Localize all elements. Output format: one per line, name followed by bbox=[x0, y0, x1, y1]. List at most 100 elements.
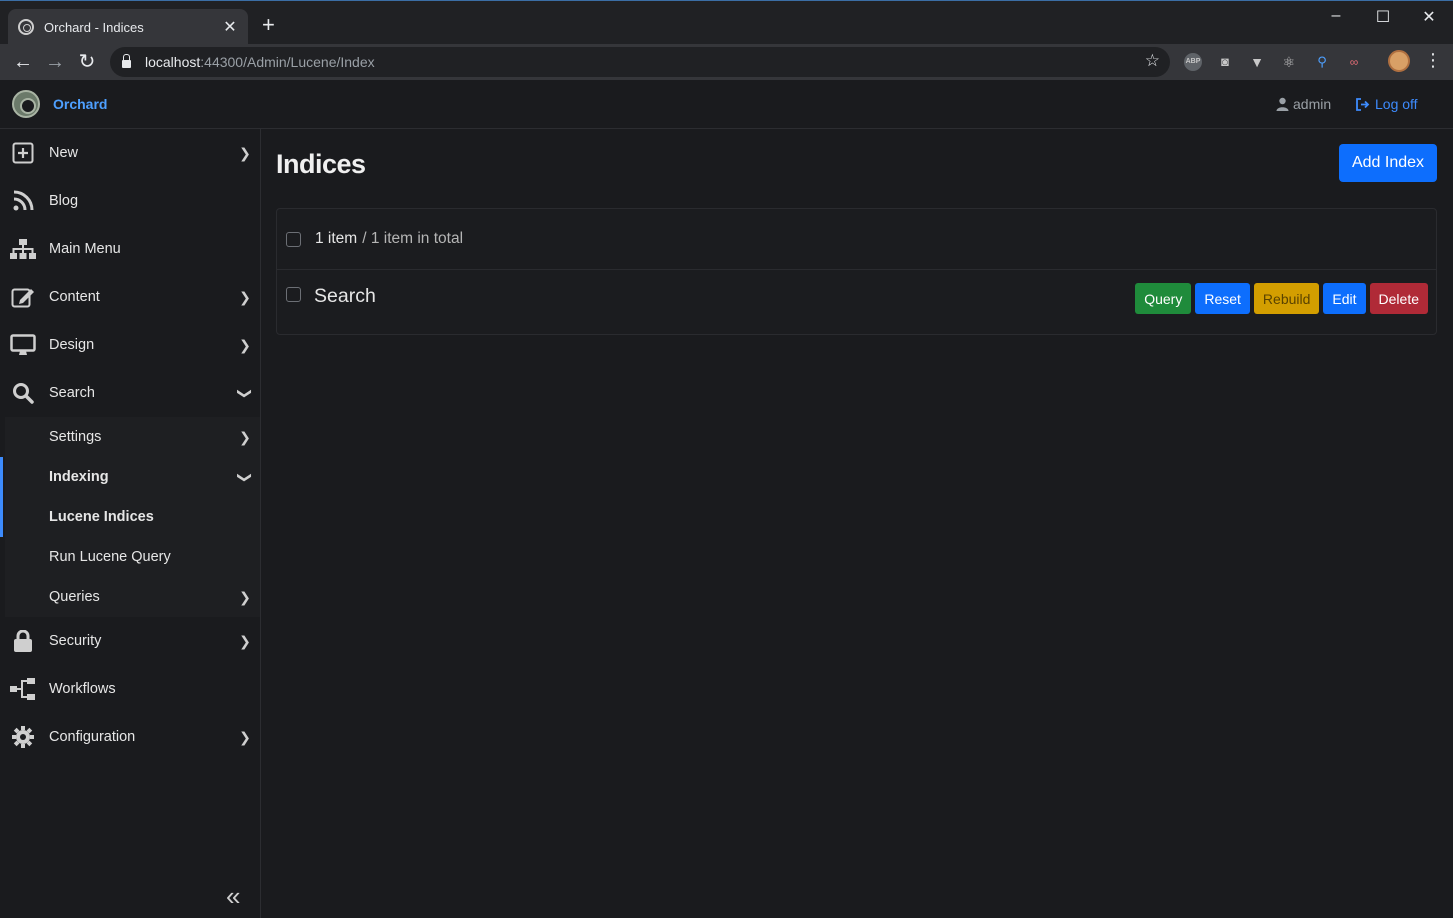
reset-button[interactable]: Reset bbox=[1195, 283, 1250, 314]
sidebar-item-security[interactable]: Security ❯ bbox=[0, 617, 260, 665]
chevron-down-icon: ❯ bbox=[237, 387, 254, 399]
sidebar-subitem-run-lucene-query[interactable]: Run Lucene Query bbox=[0, 537, 260, 577]
sidebar-item-label: Configuration bbox=[49, 729, 136, 745]
vue-extension-icon[interactable]: ▼ bbox=[1248, 53, 1266, 71]
camera-extension-icon[interactable]: ◙ bbox=[1216, 53, 1234, 71]
sidebar-item-label: New bbox=[49, 145, 79, 161]
indices-list: 1 item / 1 item in total Search Query Re… bbox=[276, 208, 1437, 335]
sign-out-icon bbox=[1356, 97, 1370, 111]
react-extension-icon[interactable]: ⚛ bbox=[1280, 53, 1298, 71]
tab-title: Orchard - Indices bbox=[44, 19, 144, 35]
chevron-right-icon: ❯ bbox=[239, 288, 251, 305]
chevron-right-icon: ❯ bbox=[239, 336, 251, 353]
brand-link[interactable]: Orchard bbox=[53, 96, 107, 112]
sidebar-item-label: Search bbox=[49, 385, 95, 401]
rss-icon bbox=[10, 188, 36, 214]
logoff-link[interactable]: Log off bbox=[1356, 96, 1418, 112]
sidebar-subitem-settings[interactable]: Settings ❯ bbox=[0, 417, 260, 457]
adblock-extension-icon[interactable]: ABP bbox=[1184, 53, 1202, 71]
sidebar-item-label: Workflows bbox=[49, 681, 116, 697]
orchard-favicon-icon bbox=[18, 19, 34, 35]
sidebar-item-workflows[interactable]: Workflows bbox=[0, 665, 260, 713]
row-actions: Query Reset Rebuild Edit Delete bbox=[1135, 283, 1428, 314]
back-icon[interactable]: ← bbox=[12, 51, 34, 73]
chevron-right-icon: ❯ bbox=[239, 144, 251, 161]
sidebar: New ❯ Blog Main Menu Content ❯ Design ❯ … bbox=[0, 129, 261, 918]
sidebar-item-main-menu[interactable]: Main Menu bbox=[0, 225, 260, 273]
sidebar-item-new[interactable]: New ❯ bbox=[0, 129, 260, 177]
user-menu[interactable]: admin bbox=[1276, 96, 1331, 112]
chevron-right-icon: ❯ bbox=[239, 728, 251, 745]
collapse-sidebar-icon[interactable]: « bbox=[226, 881, 240, 912]
new-tab-icon[interactable]: + bbox=[262, 14, 275, 36]
page-title: Indices bbox=[276, 149, 366, 179]
sidebar-item-label: Design bbox=[49, 337, 95, 353]
delete-button[interactable]: Delete bbox=[1369, 283, 1428, 314]
list-summary: 1 item / 1 item in total bbox=[277, 209, 1436, 270]
row-checkbox[interactable] bbox=[286, 287, 301, 302]
main-content: Indices Add Index 1 item / 1 item in tot… bbox=[261, 129, 1453, 918]
sidebar-item-label: Security bbox=[49, 633, 102, 649]
user-name: admin bbox=[1293, 96, 1332, 112]
sidebar-item-blog[interactable]: Blog bbox=[0, 177, 260, 225]
url-host: localhost bbox=[145, 54, 201, 70]
sidebar-item-content[interactable]: Content ❯ bbox=[0, 273, 260, 321]
user-icon bbox=[1276, 97, 1289, 111]
list-item: Search Query Reset Rebuild Edit Delete bbox=[277, 271, 1436, 335]
item-count: 1 item bbox=[315, 230, 358, 247]
index-name: Search bbox=[314, 285, 376, 307]
chevron-right-icon: ❯ bbox=[239, 588, 251, 605]
browser-toolbar: ← → ↻ localhost:44300/Admin/Lucene/Index… bbox=[0, 44, 1453, 80]
sidebar-item-search[interactable]: Search ❯ bbox=[0, 369, 260, 417]
sidebar-item-label: Content bbox=[49, 289, 100, 305]
desktop-icon bbox=[10, 332, 36, 358]
edit-icon bbox=[10, 284, 36, 310]
browser-tab[interactable]: Orchard - Indices ✕ bbox=[8, 9, 248, 45]
chevron-right-icon: ❯ bbox=[239, 632, 251, 649]
sidebar-item-design[interactable]: Design ❯ bbox=[0, 321, 260, 369]
sidebar-subitem-label: Settings bbox=[49, 429, 102, 445]
reload-icon[interactable]: ↻ bbox=[76, 51, 98, 73]
sidebar-subitem-queries[interactable]: Queries ❯ bbox=[0, 577, 260, 617]
sidebar-item-label: Main Menu bbox=[49, 241, 121, 257]
gear-icon bbox=[10, 724, 36, 750]
sidebar-item-configuration[interactable]: Configuration ❯ bbox=[0, 713, 260, 761]
forward-icon[interactable]: → bbox=[44, 51, 66, 73]
sidebar-subitem-label: Lucene Indices bbox=[49, 509, 154, 525]
sidebar-subitem-label: Indexing bbox=[49, 469, 109, 485]
browser-menu-icon[interactable]: ⋮ bbox=[1424, 50, 1442, 71]
key-extension-icon[interactable]: ⚲ bbox=[1313, 53, 1331, 71]
chevron-right-icon: ❯ bbox=[239, 428, 251, 445]
edit-button[interactable]: Edit bbox=[1323, 283, 1366, 314]
add-index-button[interactable]: Add Index bbox=[1339, 144, 1437, 182]
plus-square-icon bbox=[10, 140, 36, 166]
maximize-icon[interactable]: ☐ bbox=[1373, 7, 1393, 27]
sidebar-subitem-label: Queries bbox=[49, 589, 100, 605]
lock-icon bbox=[10, 628, 36, 654]
profile-avatar[interactable] bbox=[1388, 50, 1410, 72]
select-all-checkbox[interactable] bbox=[286, 231, 301, 247]
glasses-extension-icon[interactable]: ∞ bbox=[1345, 53, 1363, 71]
sidebar-subitem-label: Run Lucene Query bbox=[49, 549, 171, 565]
window-close-icon[interactable]: ✕ bbox=[1419, 7, 1439, 27]
browser-tab-bar: Orchard - Indices ✕ + – ☐ ✕ bbox=[0, 0, 1453, 45]
url-path: :44300/Admin/Lucene/Index bbox=[200, 54, 375, 70]
bookmark-star-icon[interactable]: ☆ bbox=[1145, 51, 1160, 71]
logoff-label: Log off bbox=[1375, 96, 1418, 112]
sitemap-icon bbox=[10, 236, 36, 262]
sidebar-subitem-lucene-indices[interactable]: Lucene Indices bbox=[0, 497, 260, 537]
workflow-icon bbox=[10, 676, 36, 702]
chevron-down-icon: ❯ bbox=[237, 471, 254, 483]
query-button[interactable]: Query bbox=[1135, 283, 1192, 314]
orchard-logo-icon[interactable] bbox=[12, 90, 40, 118]
app-navbar: Orchard admin Log off bbox=[0, 80, 1453, 129]
minimize-icon[interactable]: – bbox=[1326, 7, 1346, 25]
tab-close-icon[interactable]: ✕ bbox=[222, 17, 238, 37]
address-bar[interactable]: localhost:44300/Admin/Lucene/Index ☆ bbox=[110, 47, 1170, 77]
sidebar-item-label: Blog bbox=[49, 193, 79, 209]
rebuild-button[interactable]: Rebuild bbox=[1253, 283, 1320, 314]
search-icon bbox=[10, 380, 36, 406]
item-total: / 1 item in total bbox=[362, 230, 464, 247]
sidebar-subitem-indexing[interactable]: Indexing ❯ bbox=[0, 457, 260, 497]
lock-icon bbox=[122, 54, 131, 68]
